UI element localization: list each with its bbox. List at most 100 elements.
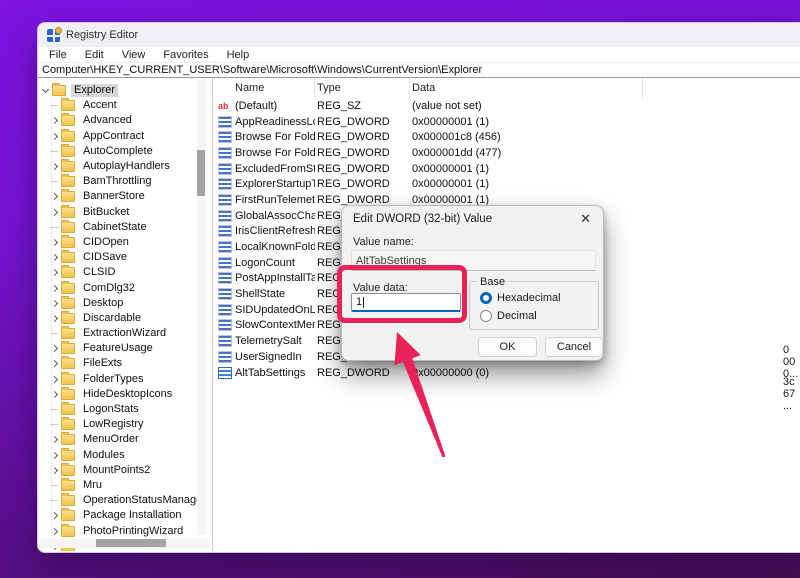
chevron-right-icon[interactable] <box>49 207 59 217</box>
radio-unselected-icon[interactable] <box>480 310 492 322</box>
tree-horizontal-scrollbar-thumb[interactable] <box>96 539 166 547</box>
tree-item-bamthrottling[interactable]: BamThrottling <box>38 174 212 189</box>
value-name: LocalKnownFold... <box>235 241 315 253</box>
connector-stub <box>50 485 58 486</box>
tree-item-featureusage[interactable]: FeatureUsage <box>38 341 212 356</box>
tree-item-hidedesktopicons[interactable]: HideDesktopIcons <box>38 387 212 402</box>
tree-vertical-scrollbar[interactable] <box>197 80 206 535</box>
reg-dword-icon <box>218 335 232 347</box>
hexadecimal-radio[interactable]: Hexadecimal <box>480 292 561 304</box>
chevron-right-icon[interactable] <box>49 435 59 445</box>
close-icon[interactable]: ✕ <box>580 213 591 225</box>
chevron-right-icon[interactable] <box>49 268 59 278</box>
chevron-right-icon[interactable] <box>49 283 59 293</box>
address-bar[interactable]: Computer\HKEY_CURRENT_USER\Software\Micr… <box>38 62 800 78</box>
chevron-glyph <box>50 345 57 352</box>
tree-item-label: CLSID <box>80 266 118 279</box>
chevron-right-icon[interactable] <box>49 313 59 323</box>
tree-vertical-scrollbar-thumb[interactable] <box>197 150 205 196</box>
chevron-right-icon[interactable] <box>49 253 59 263</box>
value-row-appreadinesslo-[interactable]: AppReadinessLo...REG_DWORD0x00000001 (1) <box>213 114 800 130</box>
value-name: (Default) <box>235 100 315 112</box>
tree-item-logonstats[interactable]: LogonStats <box>38 402 212 417</box>
chevron-right-icon[interactable] <box>49 374 59 384</box>
radio-selected-icon[interactable] <box>480 292 492 304</box>
menu-item-file[interactable]: File <box>40 47 76 62</box>
tree-item-bannerstore[interactable]: BannerStore <box>38 189 212 204</box>
tree-item-foldertypes[interactable]: FolderTypes <box>38 372 212 387</box>
chevron-glyph <box>50 193 57 200</box>
decimal-radio[interactable]: Decimal <box>480 310 537 322</box>
tree-item-extractionwizard[interactable]: ExtractionWizard <box>38 326 212 341</box>
tree-item-menuorder[interactable]: MenuOrder <box>38 432 212 447</box>
folder-icon <box>52 85 66 96</box>
value-row-browse-for-fold-[interactable]: Browse For Fold...REG_DWORD0x000001dd (4… <box>213 145 800 161</box>
chevron-right-icon[interactable] <box>49 526 59 536</box>
tree-item-label: BannerStore <box>80 190 148 203</box>
value-name: ShellState <box>235 288 315 300</box>
tree-item-cidsave[interactable]: CIDSave <box>38 250 212 265</box>
title-bar[interactable]: Registry Editor <box>38 23 800 47</box>
chevron-right-icon[interactable] <box>49 450 59 460</box>
column-header-type[interactable]: Type <box>315 78 410 98</box>
tree-item-mountpoints2[interactable]: MountPoints2 <box>38 463 212 478</box>
menu-item-help[interactable]: Help <box>218 47 259 62</box>
folder-icon <box>61 465 75 476</box>
tree-item-autocomplete[interactable]: AutoComplete <box>38 144 212 159</box>
value-name: GlobalAssocCha... <box>235 210 315 222</box>
tree-item-package-installation[interactable]: Package Installation <box>38 508 212 523</box>
folder-icon <box>61 146 75 157</box>
column-header-data[interactable]: Data <box>410 78 643 98</box>
tree-item-discardable[interactable]: Discardable <box>38 311 212 326</box>
menu-item-edit[interactable]: Edit <box>76 47 113 62</box>
chevron-right-icon[interactable] <box>49 192 59 202</box>
value-row-alttabsettings[interactable]: AltTabSettingsREG_DWORD0x00000000 (0) <box>213 365 800 381</box>
tree-item-desktop[interactable]: Desktop <box>38 296 212 311</box>
tree-item-accent[interactable]: Accent <box>38 98 212 113</box>
chevron-right-icon[interactable] <box>49 359 59 369</box>
chevron-right-icon[interactable] <box>49 465 59 475</box>
tree-item-mru[interactable]: Mru <box>38 478 212 493</box>
tree-item-fileexts[interactable]: FileExts <box>38 356 212 371</box>
value-name: Browse For Fold... <box>235 131 315 143</box>
tree-connector <box>49 101 59 111</box>
tree-item-label: BamThrottling <box>80 175 154 188</box>
menu-item-view[interactable]: View <box>113 47 155 62</box>
chevron-right-icon[interactable] <box>49 511 59 521</box>
chevron-right-icon[interactable] <box>49 131 59 141</box>
tree-item-autoplayhandlers[interactable]: AutoplayHandlers <box>38 159 212 174</box>
chevron-down-icon[interactable] <box>40 86 50 96</box>
tree-item-photoprintingwizard[interactable]: PhotoPrintingWizard <box>38 523 212 538</box>
tree-item-operationstatusmanager[interactable]: OperationStatusManager <box>38 493 212 508</box>
chevron-right-icon[interactable] <box>49 344 59 354</box>
chevron-right-icon[interactable] <box>49 237 59 247</box>
value-name: ExplorerStartupTr... <box>235 178 315 190</box>
chevron-right-icon[interactable] <box>49 298 59 308</box>
chevron-right-icon[interactable] <box>49 116 59 126</box>
connector-stub <box>50 105 58 106</box>
value-row-excludedfromsta-[interactable]: ExcludedFromSta...REG_DWORD0x00000001 (1… <box>213 161 800 177</box>
tree-item-cidopen[interactable]: CIDOpen <box>38 235 212 250</box>
chevron-right-icon[interactable] <box>49 162 59 172</box>
tree-item-clsid[interactable]: CLSID <box>38 265 212 280</box>
cancel-button[interactable]: Cancel <box>545 337 603 357</box>
tree-item-label: FeatureUsage <box>80 342 156 355</box>
value-data-input[interactable]: 1 <box>351 293 461 312</box>
tree-item-label: Package Installation <box>80 509 184 522</box>
tree-item-cabinetstate[interactable]: CabinetState <box>38 220 212 235</box>
folder-icon <box>61 115 75 126</box>
tree-item-lowregistry[interactable]: LowRegistry <box>38 417 212 432</box>
chevron-right-icon[interactable] <box>49 389 59 399</box>
tree-item-appcontract[interactable]: AppContract <box>38 129 212 144</box>
value-row--default-[interactable]: ab(Default)REG_SZ(value not set) <box>213 98 800 114</box>
value-row-explorerstartuptr-[interactable]: ExplorerStartupTr...REG_DWORD0x00000001 … <box>213 176 800 192</box>
menu-item-favorites[interactable]: Favorites <box>154 47 217 62</box>
tree-item-modules[interactable]: Modules <box>38 448 212 463</box>
value-row-browse-for-fold-[interactable]: Browse For Fold...REG_DWORD0x000001c8 (4… <box>213 129 800 145</box>
ok-button[interactable]: OK <box>478 337 537 357</box>
tree-item-explorer[interactable]: Explorer <box>38 83 212 98</box>
tree-item-advanced[interactable]: Advanced <box>38 113 212 128</box>
tree-item-comdlg32[interactable]: ComDlg32 <box>38 280 212 295</box>
tree-item-bitbucket[interactable]: BitBucket <box>38 205 212 220</box>
column-header-name[interactable]: Name <box>213 78 315 98</box>
